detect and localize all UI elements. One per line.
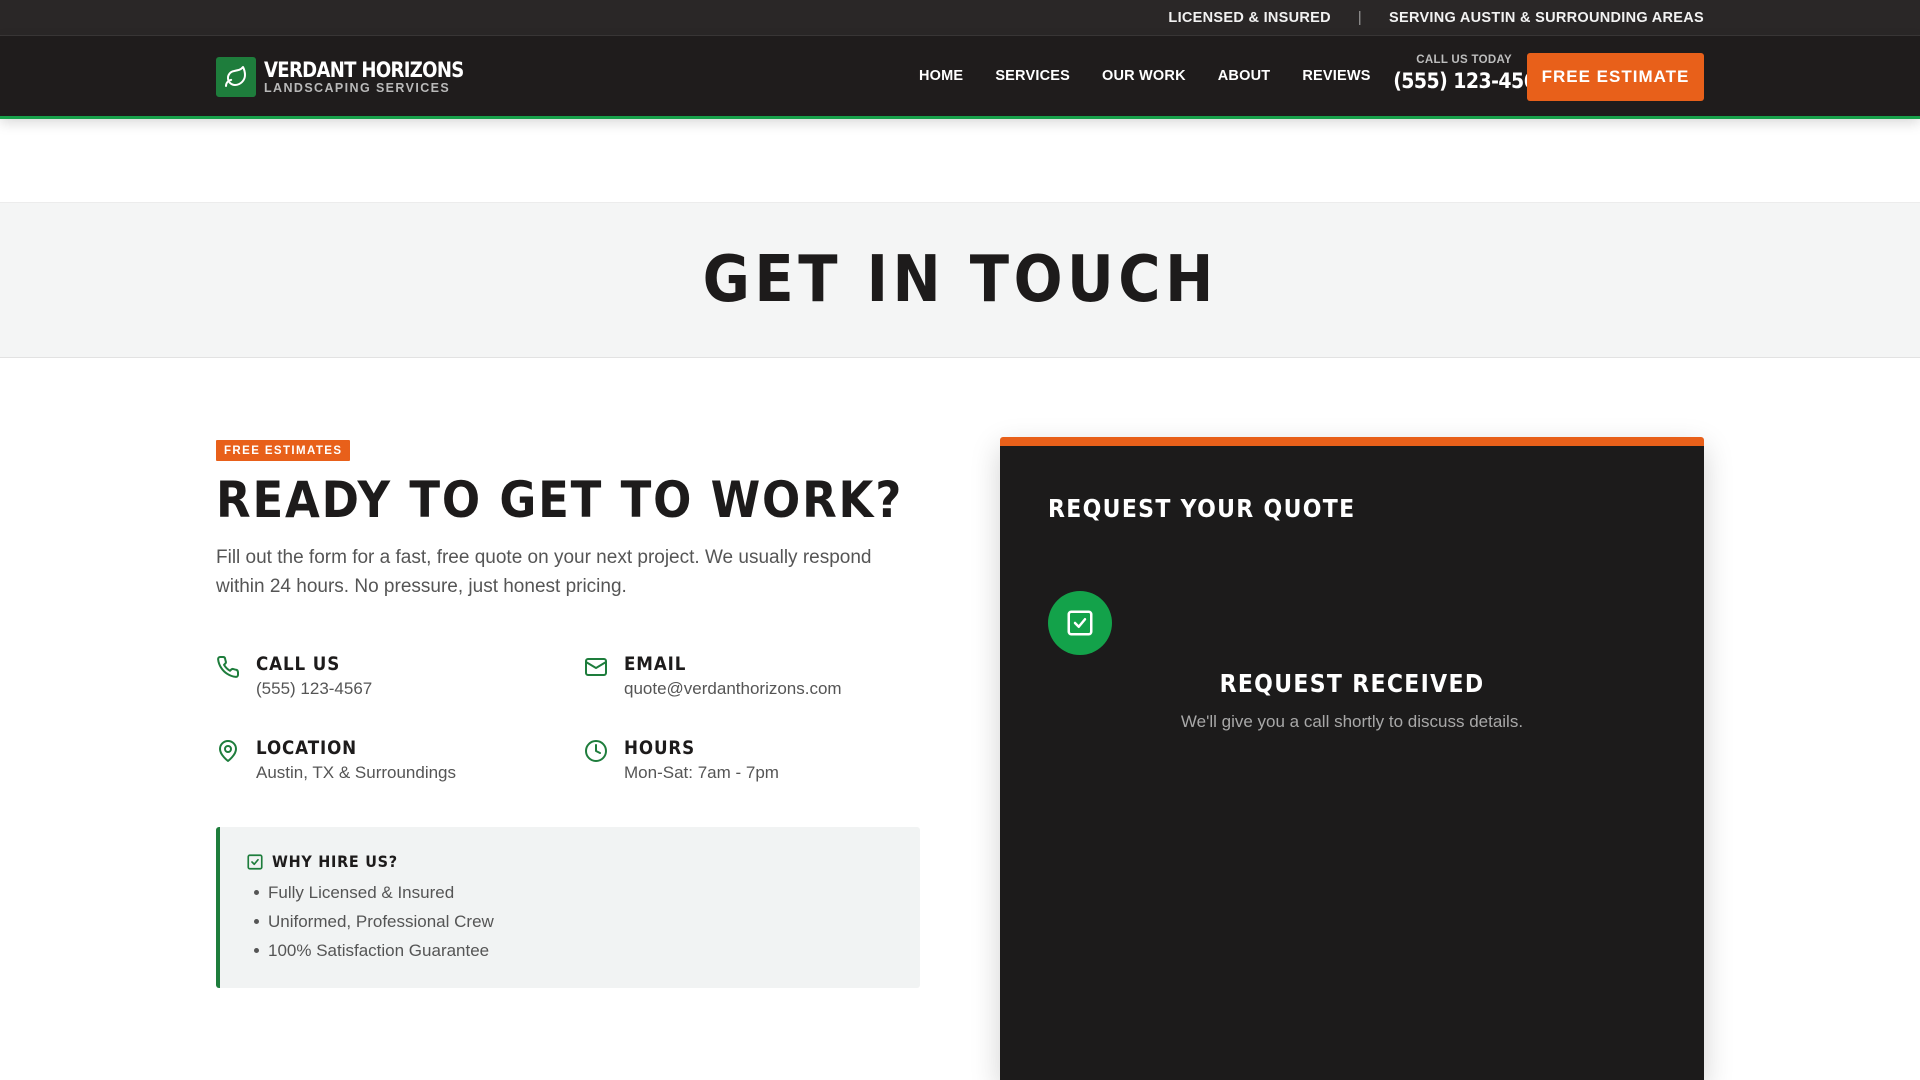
list-item-text: 100% Satisfaction Guarantee	[268, 941, 490, 960]
list-item: Fully Licensed & Insured	[254, 878, 920, 907]
call-us-label: CALL US	[256, 653, 341, 675]
call-number-link[interactable]: (555) 123-4567	[1393, 69, 1549, 93]
email-address[interactable]: quote@verdanthorizons.com	[624, 679, 842, 699]
location-label: LOCATION	[256, 737, 358, 759]
list-item: Uniformed, Professional Crew	[254, 907, 920, 936]
nav-reviews[interactable]: REVIEWS	[1302, 68, 1370, 84]
email-label: EMAIL	[624, 653, 687, 675]
logo-text: VERDANT HORIZONS LANDSCAPING SERVICES	[264, 59, 496, 95]
why-hire-us-box: WHY HIRE US? Fully Licensed & Insured Un…	[216, 827, 920, 988]
site-logo[interactable]: VERDANT HORIZONS LANDSCAPING SERVICES	[216, 57, 496, 97]
nav-about[interactable]: ABOUT	[1218, 68, 1271, 84]
leaf-icon	[216, 57, 256, 97]
section-heading: READY TO GET TO WORK?	[216, 471, 904, 529]
bullet-icon	[254, 948, 259, 953]
success-message: We'll give you a call shortly to discuss…	[1180, 712, 1524, 731]
licensed-text: LICENSED & INSURED	[1168, 10, 1331, 26]
quote-form-card: REQUEST YOUR QUOTE REQUEST RECEIVED We'l…	[1000, 437, 1704, 1080]
checkbox-icon	[247, 853, 263, 870]
nav-our-work[interactable]: OUR WORK	[1102, 68, 1186, 84]
list-item: 100% Satisfaction Guarantee	[254, 936, 920, 965]
topbar-separator: |	[1357, 10, 1362, 26]
phone-number[interactable]: (555) 123-4567	[256, 679, 372, 699]
page-title: GET IN TOUCH	[702, 243, 1218, 317]
why-hire-us-list: Fully Licensed & Insured Uniformed, Prof…	[254, 878, 920, 965]
contact-hours: HOURS Mon-Sat: 7am - 7pm	[584, 737, 779, 783]
mail-icon	[585, 658, 607, 676]
hours-label: HOURS	[624, 737, 696, 759]
contact-info-column: FREE ESTIMATES READY TO GET TO WORK? Fil…	[216, 440, 920, 988]
call-box: CALL US TODAY (555) 123-4567	[1380, 54, 1549, 93]
bullet-icon	[254, 919, 259, 924]
topbar-info: LICENSED & INSURED | SERVING AUSTIN & SU…	[1168, 0, 1704, 36]
nav-services[interactable]: SERVICES	[995, 68, 1070, 84]
check-square-icon	[1048, 591, 1112, 655]
primary-nav: HOME SERVICES OUR WORK ABOUT REVIEWS	[919, 36, 1403, 116]
hours-value: Mon-Sat: 7am - 7pm	[624, 763, 779, 782]
serving-area-text: SERVING AUSTIN & SURROUNDING AREAS	[1389, 10, 1704, 26]
section-description: Fill out the form for a fast, free quote…	[216, 547, 872, 597]
contact-location: LOCATION Austin, TX & Surroundings	[216, 737, 456, 783]
why-hire-us-title: WHY HIRE US?	[272, 852, 398, 871]
free-estimates-badge: FREE ESTIMATES	[216, 440, 351, 461]
page-hero: GET IN TOUCH	[0, 202, 1920, 358]
bullet-icon	[254, 890, 259, 895]
contact-email: EMAIL quote@verdanthorizons.com	[584, 653, 842, 699]
contact-call: CALL US (555) 123-4567	[216, 653, 372, 699]
list-item-text: Fully Licensed & Insured	[268, 883, 455, 902]
phone-icon	[217, 655, 240, 678]
why-hire-us-header: WHY HIRE US?	[246, 852, 920, 871]
form-title: REQUEST YOUR QUOTE	[1048, 494, 1356, 523]
brand-name: VERDANT HORIZONS	[264, 58, 464, 82]
list-item-text: Uniformed, Professional Crew	[268, 912, 494, 931]
main-navbar: VERDANT HORIZONS LANDSCAPING SERVICES HO…	[0, 36, 1920, 119]
location-value: Austin, TX & Surroundings	[256, 763, 457, 782]
top-utility-bar: LICENSED & INSURED | SERVING AUSTIN & SU…	[0, 0, 1920, 36]
success-title: REQUEST RECEIVED	[1219, 669, 1485, 698]
call-label: CALL US TODAY	[1416, 54, 1512, 66]
nav-home[interactable]: HOME	[919, 68, 963, 84]
clock-icon	[585, 740, 607, 762]
free-estimate-button[interactable]: FREE ESTIMATE	[1527, 53, 1704, 101]
map-pin-icon	[219, 740, 237, 762]
contact-details-grid: CALL US (555) 123-4567 EMAIL quote@verda…	[216, 653, 920, 823]
brand-tagline: LANDSCAPING SERVICES	[264, 81, 451, 95]
